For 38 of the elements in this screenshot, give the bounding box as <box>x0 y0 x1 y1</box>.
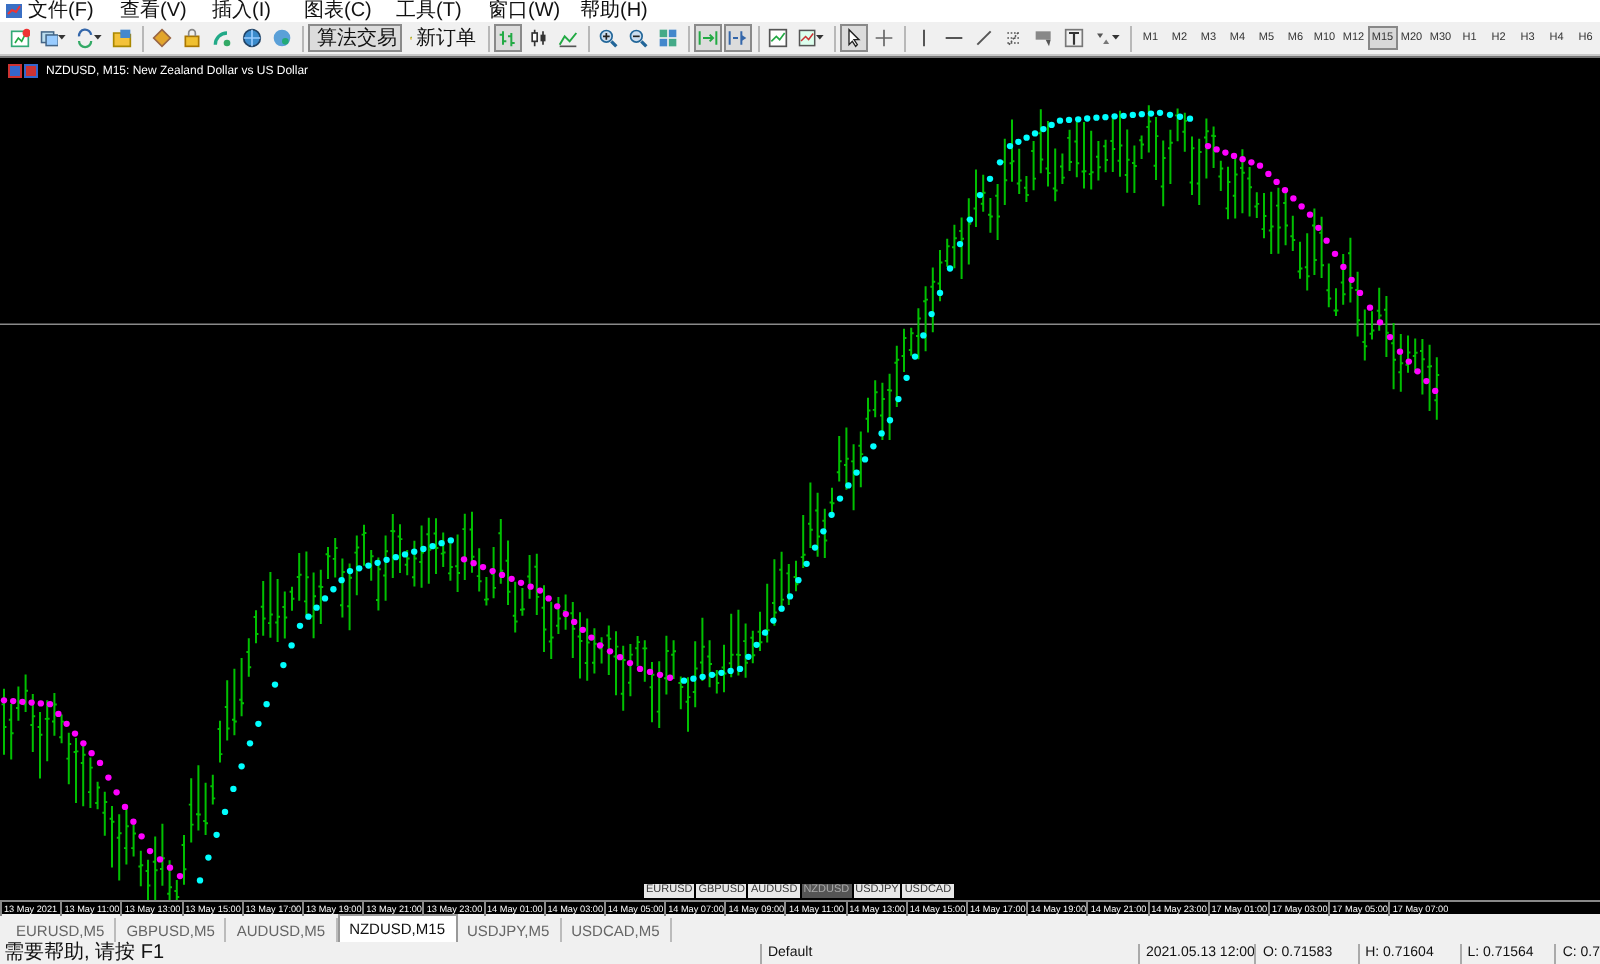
zoom-out-icon <box>628 26 649 50</box>
windows-icon <box>40 26 59 50</box>
menu-item[interactable]: 图表(C) <box>304 0 396 22</box>
toolbar-button[interactable] <box>1060 24 1089 52</box>
lock-icon <box>181 26 202 50</box>
toolbar-button[interactable]: 算法交易 <box>307 24 402 52</box>
toolbar-button[interactable] <box>764 24 793 52</box>
crosshair-icon <box>874 26 895 50</box>
chart-shift-icon <box>728 26 749 50</box>
signal-icon <box>211 26 232 50</box>
menu-item[interactable]: 插入(I) <box>212 0 304 22</box>
trend-line-icon <box>974 26 995 50</box>
toolbar-button[interactable] <box>794 24 829 52</box>
candlestick-icon <box>528 26 549 50</box>
globe-icon <box>241 26 262 50</box>
status-help-text: 需要帮助, 请按 F1 <box>2 943 167 963</box>
menu-item[interactable]: 工具(T) <box>396 0 488 22</box>
text-box-icon <box>1064 26 1085 50</box>
fibonacci-icon <box>1004 26 1025 50</box>
bar-chart-icon <box>498 26 519 50</box>
toolbar-button[interactable]: 新订单 <box>403 24 483 52</box>
cursor-icon <box>844 26 865 50</box>
folder-icon <box>111 26 132 50</box>
new-chart-icon <box>10 26 30 50</box>
label-icon <box>1034 26 1055 50</box>
currency-flags-icon <box>8 64 40 78</box>
toolbar-button[interactable] <box>237 24 266 52</box>
indicator-list-icon <box>768 26 789 50</box>
zoom-in-icon <box>598 26 619 50</box>
toolbar-button[interactable] <box>840 24 869 52</box>
line-chart-icon <box>558 26 579 50</box>
menu-item[interactable]: 查看(V) <box>120 0 212 22</box>
template-icon <box>798 26 817 50</box>
tile-windows-icon <box>658 26 679 50</box>
app-logo-icon <box>4 2 24 18</box>
auto-scroll-icon <box>698 26 719 50</box>
menu-item[interactable]: 帮助(H) <box>580 0 672 22</box>
diamond-icon <box>151 26 172 50</box>
